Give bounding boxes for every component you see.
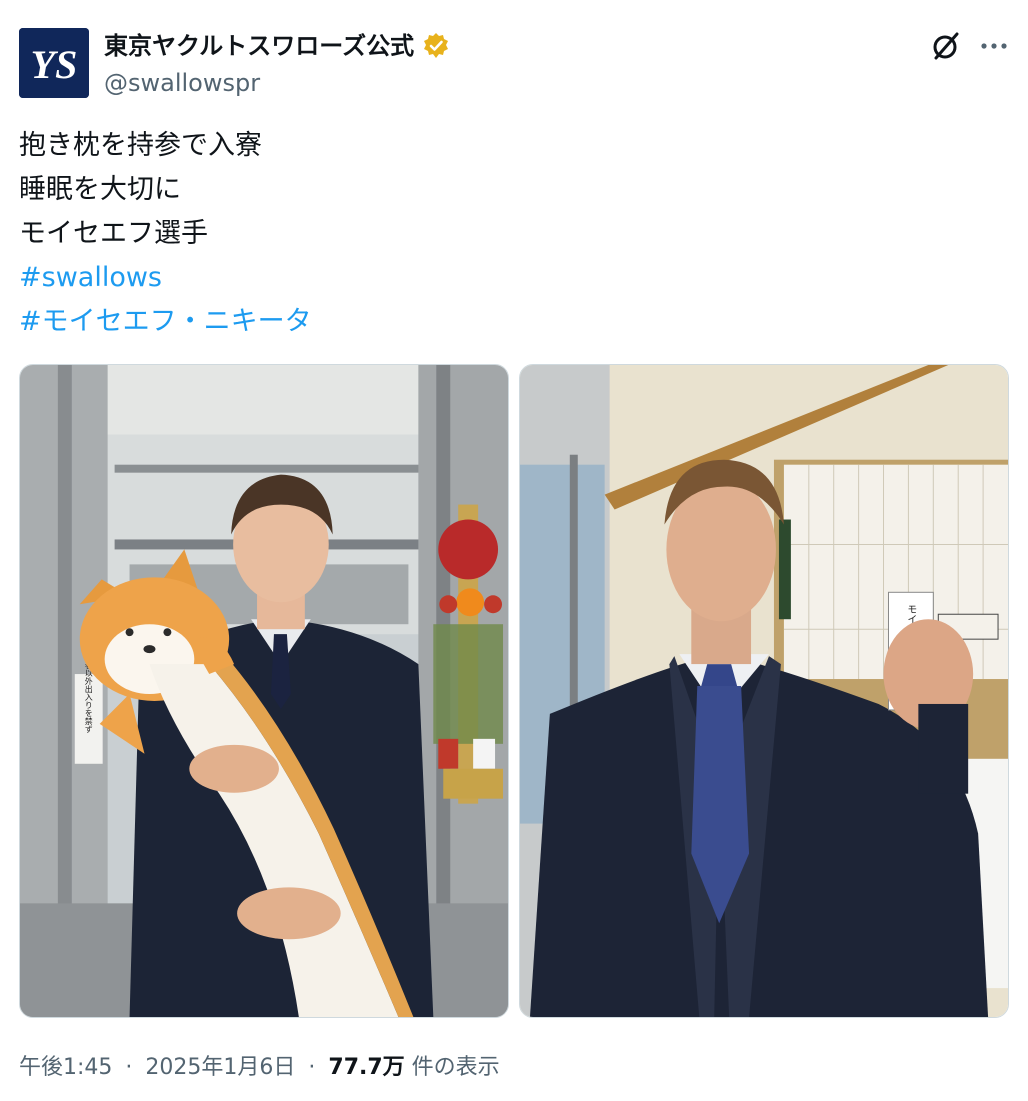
name-row: 東京ヤクルトスワローズ公式 bbox=[104, 30, 450, 62]
post-card: YS 東京ヤクルトスワローズ公式 @swallowspr 抱き枕を持参で入寮 睡… bbox=[0, 0, 1028, 1101]
post-text: 抱き枕を持参で入寮 睡眠を大切に モイセエフ選手 #swallows #モイセエ… bbox=[19, 124, 312, 344]
meta-separator: · bbox=[125, 1055, 133, 1080]
post-line: 抱き枕を持参で入寮 bbox=[19, 130, 262, 161]
verified-badge-icon bbox=[422, 32, 450, 60]
post-date[interactable]: 2025年1月6日 bbox=[145, 1055, 295, 1080]
display-name[interactable]: 東京ヤクルトスワローズ公式 bbox=[104, 30, 414, 62]
post-time[interactable]: 午後1:45 bbox=[19, 1055, 112, 1080]
more-options-icon[interactable] bbox=[976, 28, 1012, 64]
account-avatar[interactable]: YS bbox=[19, 28, 89, 98]
svg-text:YS: YS bbox=[31, 42, 78, 87]
grok-icon[interactable] bbox=[928, 28, 964, 64]
hashtag-link[interactable]: #モイセエフ・ニキータ bbox=[19, 300, 312, 344]
post-photo-2[interactable]: 1112233344 モイセエフ ニキータ bbox=[519, 364, 1009, 1018]
post-meta: 午後1:45 · 2025年1月6日 · 77.7万 件の表示 bbox=[19, 1052, 500, 1084]
photo-player-holding-nameplate: 1112233344 モイセエフ ニキータ bbox=[520, 365, 1008, 1017]
view-label: 件の表示 bbox=[411, 1055, 500, 1080]
meta-separator: · bbox=[308, 1055, 316, 1080]
account-handle[interactable]: @swallowspr bbox=[104, 67, 260, 99]
post-line: モイセエフ選手 bbox=[19, 218, 208, 249]
post-photo-1[interactable]: 関係者以外出入りを禁ず bbox=[19, 364, 509, 1018]
view-count: 77.7万 bbox=[328, 1055, 405, 1080]
post-line: 睡眠を大切に bbox=[19, 174, 181, 205]
hashtag-link[interactable]: #swallows bbox=[19, 256, 312, 300]
team-logo-icon: YS bbox=[19, 28, 89, 98]
photo-player-holding-shiba-pillow: 関係者以外出入りを禁ず bbox=[20, 365, 508, 1017]
